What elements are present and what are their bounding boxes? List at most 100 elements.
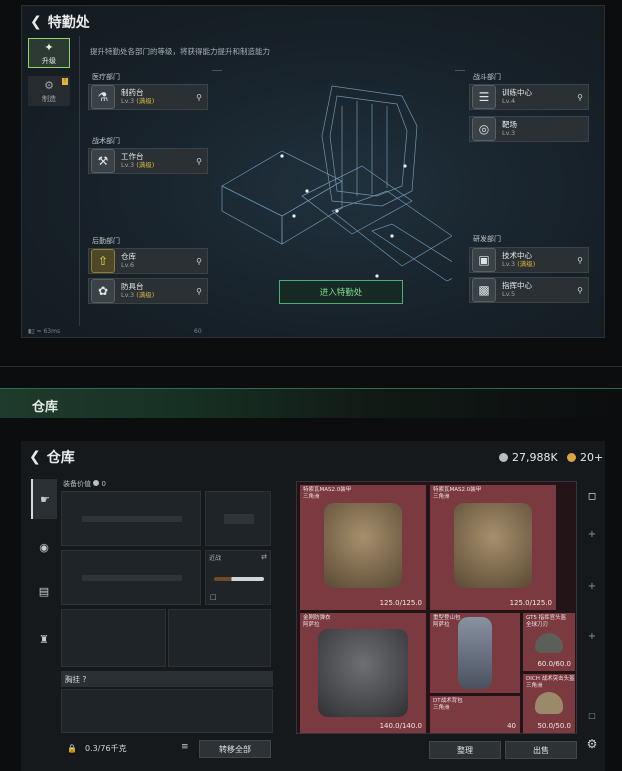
connector-line — [212, 70, 222, 71]
search-icon[interactable]: ⚲ — [191, 257, 207, 266]
base-3d-model — [221, 85, 452, 282]
lock-icon: 🔒 — [67, 743, 77, 753]
gold-coin-icon — [567, 453, 576, 462]
vest-image — [324, 503, 402, 588]
divider — [0, 366, 622, 367]
status-bar: ▮▯ ≈ 63ms — [28, 328, 61, 335]
equip-value: 装备价值 0 — [63, 480, 106, 488]
back-arrow-icon[interactable]: ❮ — [30, 14, 42, 30]
station-pharmacy[interactable]: ⚗ 制药台 Lv.3 (满级) ⚲ — [88, 84, 208, 110]
stash-item-armor[interactable]: 特索瓦MAS2.0装甲 三角洲 125.0/125.0 — [430, 485, 556, 610]
fps-readout: 60 — [194, 328, 202, 335]
stash-item-backpack[interactable]: 重型登山包 阿萨拉 — [430, 613, 520, 693]
knife-icon — [214, 577, 264, 581]
page-title: ❮ 特勤处 — [30, 14, 90, 31]
nav-base[interactable]: ♜ — [31, 619, 57, 659]
section-combat: 战斗部门 — [473, 73, 501, 81]
back-arrow-icon[interactable]: ❮ — [29, 449, 41, 465]
divider — [79, 36, 80, 326]
armor-slot[interactable] — [168, 609, 271, 667]
stash-item-armor[interactable]: 金刚防弹衣 阿萨拉 140.0/140.0 — [300, 613, 426, 733]
list-icon[interactable]: ≡ — [181, 742, 189, 752]
stash-item-helmet[interactable]: GT5 指挥官头盔 全球刀刃 60.0/60.0 — [523, 613, 575, 671]
chest-rig-slot[interactable] — [61, 689, 273, 733]
chest-rig-header: 胸挂 ? — [61, 671, 273, 687]
station-workbench[interactable]: ⚒ 工作台 Lv.3 (满级) ⚲ — [88, 148, 208, 174]
monitor-icon: ▣ — [472, 248, 496, 272]
secondary-weapon-slot[interactable] — [61, 550, 201, 605]
currency-coins: 27,988K — [499, 451, 558, 464]
flask-icon: ⚗ — [91, 85, 115, 109]
armor-parts-icon: ✿ — [91, 279, 115, 303]
vest-image — [318, 629, 408, 717]
pistol-slot[interactable] — [205, 491, 271, 546]
station-armorbench[interactable]: ✿ 防具台 Lv.3 (满级) ⚲ — [88, 278, 208, 304]
warehouse-panel: ❮ 仓库 27,988K 20+ ☛ ◉ ▤ ♜ 装备价值 0 近战 ⇄ □ 胸… — [21, 441, 605, 771]
special-ops-panel: ❮ 特勤处 ✦ 升级 ⚙ 制造 ! 提升特勤处各部门的等级，将获得能力提升和制造… — [21, 5, 605, 338]
page-title: ❮ 仓库 — [29, 449, 75, 466]
stash-item-pack[interactable]: DT战术背包 三角洲 40 — [430, 696, 520, 733]
tower-icon: ♜ — [39, 632, 49, 646]
tab-upgrade[interactable]: ✦ 升级 — [28, 38, 70, 68]
sort-button[interactable]: 整理 — [429, 741, 501, 759]
section-logistics: 后勤部门 — [92, 237, 120, 245]
helmet-slot[interactable] — [61, 609, 166, 667]
nav-armor[interactable]: ▤ — [31, 571, 57, 611]
section-medical: 医疗部门 — [92, 73, 120, 81]
chevron-rank-icon: ⇧ — [91, 249, 115, 273]
battery-icon: ▮▯ — [28, 328, 35, 335]
target-icon: ◎ — [472, 117, 496, 141]
enter-special-ops-button[interactable]: 进入特勤处 — [279, 280, 403, 304]
hammer-icon: ⚒ — [91, 149, 115, 173]
transfer-all-button[interactable]: 转移全部 — [199, 740, 271, 758]
swap-icon: ⇄ — [261, 553, 267, 561]
melee-slot[interactable]: 近战 ⇄ □ — [205, 550, 271, 605]
search-icon[interactable]: ⚲ — [572, 286, 588, 295]
craft-icon: ⚙ — [44, 78, 54, 92]
pistol-silhouette — [224, 514, 254, 524]
vest-image — [454, 503, 532, 588]
subtitle: 提升特勤处各部门的等级，将获得能力提升和制造能力 — [90, 47, 270, 56]
tab-craft[interactable]: ⚙ 制造 ! — [28, 76, 70, 106]
rifle-silhouette — [82, 516, 182, 522]
stash-item-armor[interactable]: 特索瓦MAS2.0装甲 三角洲 125.0/125.0 — [300, 485, 426, 610]
helmet-image — [535, 633, 563, 653]
banner-title: 仓库 — [32, 400, 59, 415]
station-warehouse[interactable]: ⇧ 仓库 Lv.6 ⚲ — [88, 248, 208, 274]
lock-icon: □ — [210, 593, 217, 601]
sell-button[interactable]: 出售 — [505, 741, 577, 759]
search-icon[interactable]: ⚲ — [191, 287, 207, 296]
add-icon[interactable]: + — [582, 631, 602, 642]
station-techcenter[interactable]: ▣ 技术中心 Lv.3 (满级) ⚲ — [469, 247, 589, 273]
nav-helmet[interactable]: ◉ — [31, 527, 57, 567]
backpack-icon[interactable]: ◻ — [582, 491, 602, 502]
section-tactical: 战术部门 — [92, 137, 120, 145]
coin-icon — [499, 453, 508, 462]
lock-icon: □ — [588, 711, 596, 720]
dumbbell-icon: ☰ — [472, 85, 496, 109]
rifle-silhouette — [82, 575, 182, 581]
helmet-icon: ◉ — [39, 540, 49, 554]
section-banner: 仓库 — [0, 388, 622, 418]
pistol-icon: ☛ — [40, 492, 50, 506]
search-icon[interactable]: ⚲ — [191, 93, 207, 102]
stash-item-helmet[interactable]: DICH 战术突击头盔 三角洲 50.0/50.0 — [523, 674, 575, 733]
station-command[interactable]: ▩ 指挥中心 Lv.5 ⚲ — [469, 277, 589, 303]
currency-gold: 20+ — [567, 451, 603, 464]
section-research: 研发部门 — [473, 235, 501, 243]
primary-weapon-slot[interactable] — [61, 491, 201, 546]
search-icon[interactable]: ⚲ — [572, 256, 588, 265]
station-range[interactable]: ◎ 靶场 Lv.3 — [469, 116, 589, 142]
helmet-image — [535, 692, 563, 714]
add-icon[interactable]: + — [582, 581, 602, 592]
clipboard-icon: ▤ — [38, 584, 50, 598]
backpack-image — [458, 617, 492, 689]
station-training[interactable]: ☰ 训练中心 Lv.4 ⚲ — [469, 84, 589, 110]
search-icon[interactable]: ⚲ — [572, 93, 588, 102]
add-icon[interactable]: + — [582, 529, 602, 540]
search-icon[interactable]: ⚲ — [191, 157, 207, 166]
gear-icon[interactable]: ⚙ — [582, 737, 602, 751]
chip-icon: ▩ — [472, 278, 496, 302]
notification-badge: ! — [62, 78, 68, 85]
nav-weapons[interactable]: ☛ — [31, 479, 57, 519]
